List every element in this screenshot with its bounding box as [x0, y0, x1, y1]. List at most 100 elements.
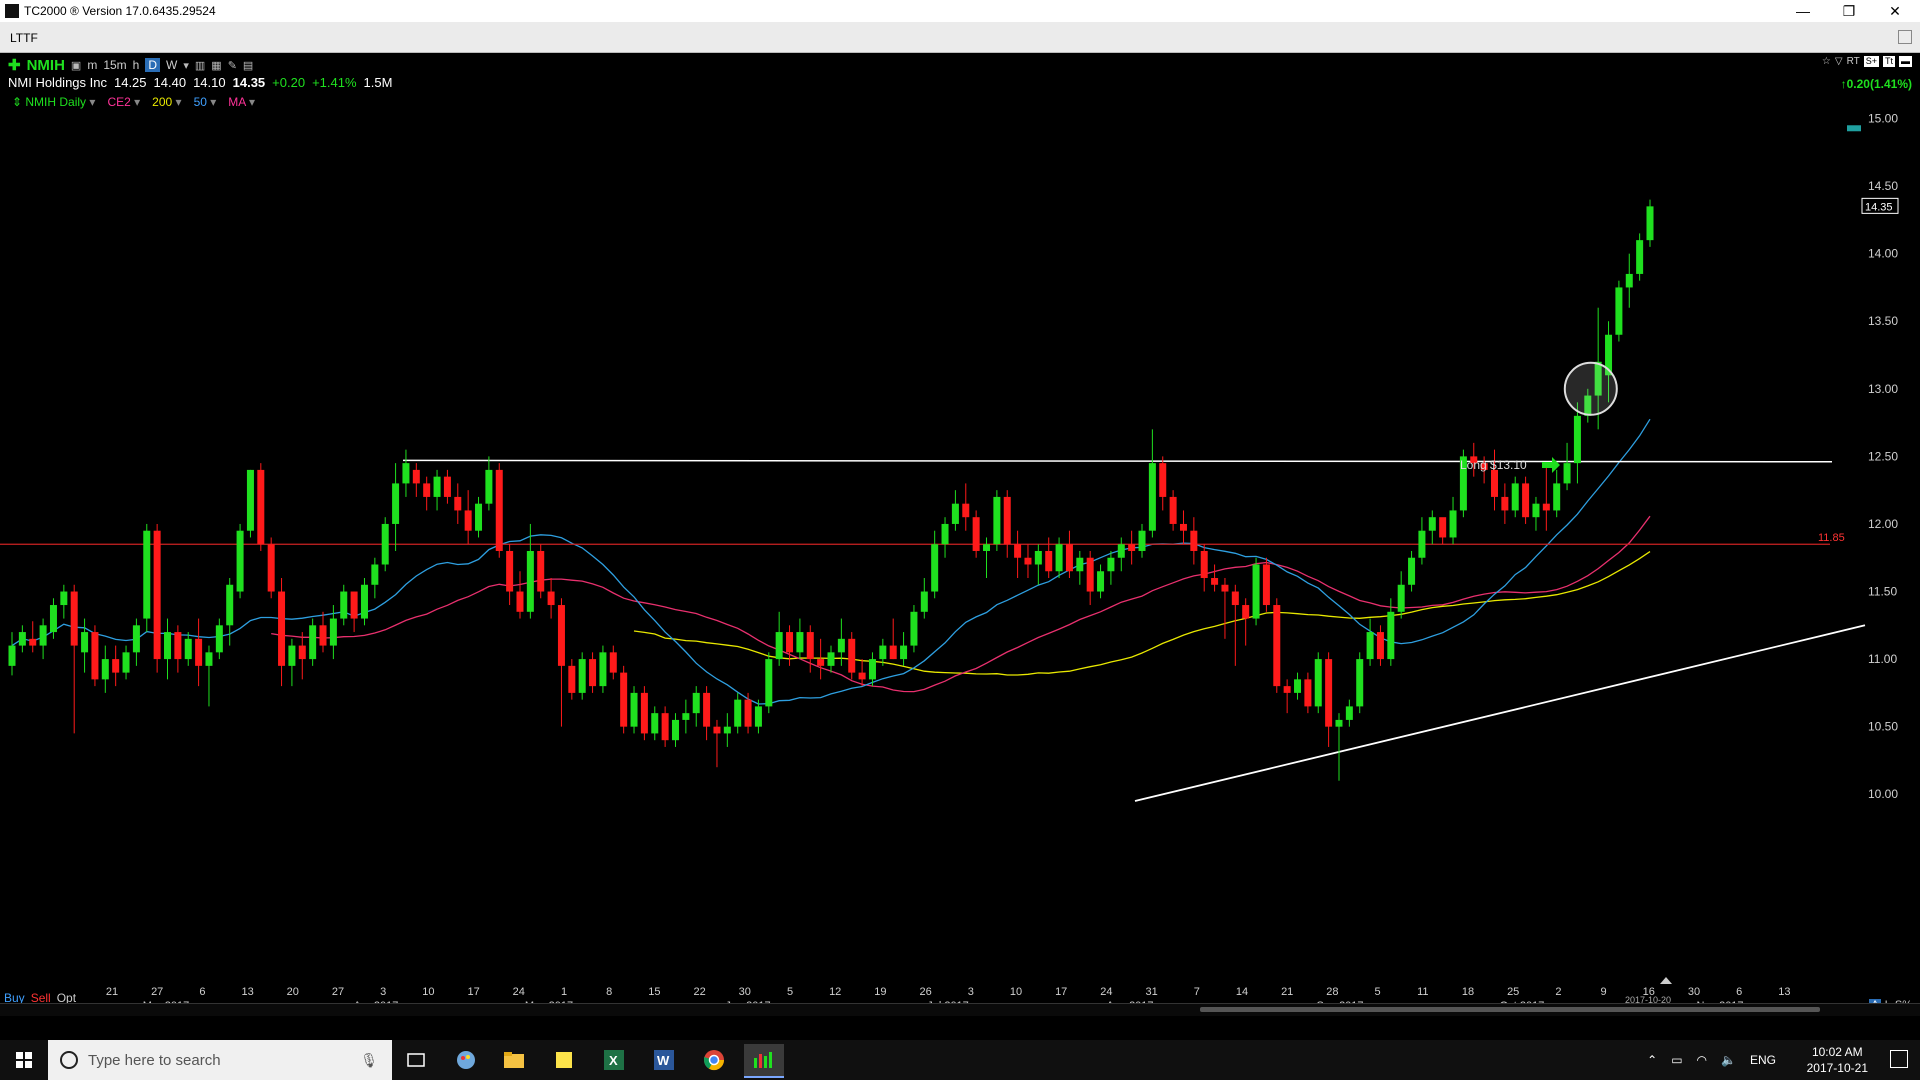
panel-icon[interactable]: ▬ [1899, 56, 1912, 67]
indicator-ma[interactable]: MA ▾ [228, 95, 255, 109]
share-icon[interactable]: S+ [1863, 56, 1879, 67]
resistance-line [402, 459, 1833, 463]
bar-style-icon[interactable]: ▥ [195, 59, 205, 72]
draw-pen-icon[interactable]: ✎ [228, 59, 237, 72]
chart-window[interactable]: 15.00 14.50 14.00 13.50 13.00 12.50 12.00 11.50… [0, 53, 1920, 1016]
low-price: 14.10 [193, 75, 226, 90]
indicator-ma50[interactable]: 50 ▾ [194, 95, 217, 109]
chart-scrollbar[interactable] [0, 1003, 1920, 1016]
candle-body [319, 625, 327, 646]
candle-body [723, 726, 731, 734]
taskbar-search[interactable]: Type here to search 🎙 [48, 1040, 392, 1080]
x-tick-label: 18 [1462, 986, 1474, 998]
indicator-ma200[interactable]: 200 ▾ [152, 95, 181, 109]
x-tick-label: 13 [1778, 986, 1790, 998]
volume-icon[interactable]: 🔈 [1721, 1053, 1736, 1067]
tab-lttf[interactable]: LTTF [10, 31, 38, 45]
candle-body [1501, 496, 1509, 511]
excel-icon: X [604, 1050, 624, 1070]
timeframe-minute[interactable]: m [87, 58, 97, 72]
timeframe-hour[interactable]: h [133, 58, 140, 72]
folder-icon [504, 1052, 524, 1068]
microphone-icon[interactable]: 🎙 [360, 1052, 378, 1069]
svg-text:X: X [609, 1053, 618, 1068]
taskbar-app-excel[interactable]: X [594, 1044, 634, 1076]
x-tick-label: 24 [1100, 986, 1112, 998]
indicator-ce2[interactable]: CE2 ▾ [107, 95, 140, 109]
minimize-button[interactable]: — [1780, 0, 1826, 22]
timeframe-dropdown-icon[interactable]: ▾ [183, 59, 189, 72]
paint-icon [457, 1051, 475, 1069]
candle-body [910, 611, 918, 646]
print-icon[interactable]: ▣ [71, 59, 81, 72]
taskbar-app-chrome[interactable] [694, 1044, 734, 1076]
taskbar-app-notes[interactable] [544, 1044, 584, 1076]
notification-icon[interactable] [1890, 1050, 1908, 1068]
realtime-label: RT [1846, 56, 1860, 67]
candle-body [1449, 510, 1457, 538]
timeframe-week[interactable]: W [166, 58, 177, 72]
candle-body [350, 591, 358, 619]
taskbar-app-word[interactable]: W [644, 1044, 684, 1076]
add-icon[interactable]: ✚ [8, 56, 21, 74]
candle-body [1573, 415, 1581, 464]
candle-body [920, 591, 928, 612]
candle-body [1107, 557, 1115, 572]
task-view-icon [407, 1053, 425, 1067]
restore-button[interactable]: ❐ [1826, 0, 1872, 22]
taskbar-app-paint[interactable] [446, 1044, 486, 1076]
timeframe-day[interactable]: D [145, 58, 161, 72]
text-icon[interactable]: Tt [1883, 56, 1895, 67]
task-view-button[interactable] [396, 1044, 436, 1076]
candle-body [817, 659, 825, 666]
candle-body [713, 726, 721, 734]
symbol-input[interactable]: NMIH [27, 57, 65, 74]
candle-body [1262, 564, 1270, 606]
candle-body [205, 652, 213, 666]
candle-body [941, 523, 949, 545]
candle-body [1190, 530, 1198, 551]
start-button[interactable] [0, 1040, 48, 1080]
candle-body [775, 632, 783, 660]
clock[interactable]: 10:02 AM 2017-10-21 [1807, 1044, 1868, 1076]
price-chart[interactable]: 15.00 14.50 14.00 13.50 13.00 12.50 12.00 11.50… [0, 53, 1920, 1015]
battery-icon[interactable]: ▭ [1671, 1053, 1682, 1067]
timeframe-15min[interactable]: 15m [103, 58, 126, 72]
indicator-symbol[interactable]: ⇕ NMIH Daily ▾ [12, 95, 95, 109]
candle-body [1014, 544, 1022, 558]
candle-body [1636, 240, 1644, 274]
annotation-icon[interactable]: ▤ [243, 59, 253, 72]
taskbar-app-tc2000[interactable] [744, 1044, 784, 1078]
candle-body [983, 544, 991, 551]
candle-body [1159, 463, 1167, 497]
language-indicator[interactable]: ENG [1750, 1053, 1776, 1067]
candle-body [298, 645, 306, 660]
candle-body [609, 652, 617, 673]
star-icon[interactable]: ☆ [1822, 56, 1831, 67]
candle-body [360, 584, 368, 619]
flag-icon[interactable]: ▽ [1835, 56, 1843, 67]
candle-body [371, 564, 379, 585]
windows-icon [16, 1052, 32, 1068]
candle-body [288, 645, 296, 666]
candle-body [1397, 584, 1405, 612]
taskbar-app-explorer[interactable] [494, 1044, 534, 1076]
scroll-thumb[interactable] [1200, 1007, 1820, 1012]
x-tick-label: 15 [648, 986, 660, 998]
sticky-notes-icon [556, 1052, 572, 1068]
candle-body [195, 638, 203, 666]
tray-expand-icon[interactable]: ⌃ [1647, 1053, 1657, 1067]
layout-icon[interactable]: ▦ [211, 59, 221, 72]
candle-body [1615, 287, 1623, 335]
candle-body [1138, 530, 1146, 551]
candle-body [236, 530, 244, 592]
network-icon[interactable]: ◠ [1697, 1053, 1707, 1067]
close-button[interactable]: ✕ [1872, 0, 1918, 22]
candle-body [132, 625, 140, 653]
candle-body [827, 652, 835, 666]
chart-header-icons: ☆ ▽ RT S+ Tt ▬ [1822, 56, 1912, 67]
candle-body [1646, 206, 1654, 241]
candle-body [1345, 706, 1353, 720]
pane-restore-icon[interactable] [1898, 30, 1912, 44]
candle-body [49, 605, 57, 633]
